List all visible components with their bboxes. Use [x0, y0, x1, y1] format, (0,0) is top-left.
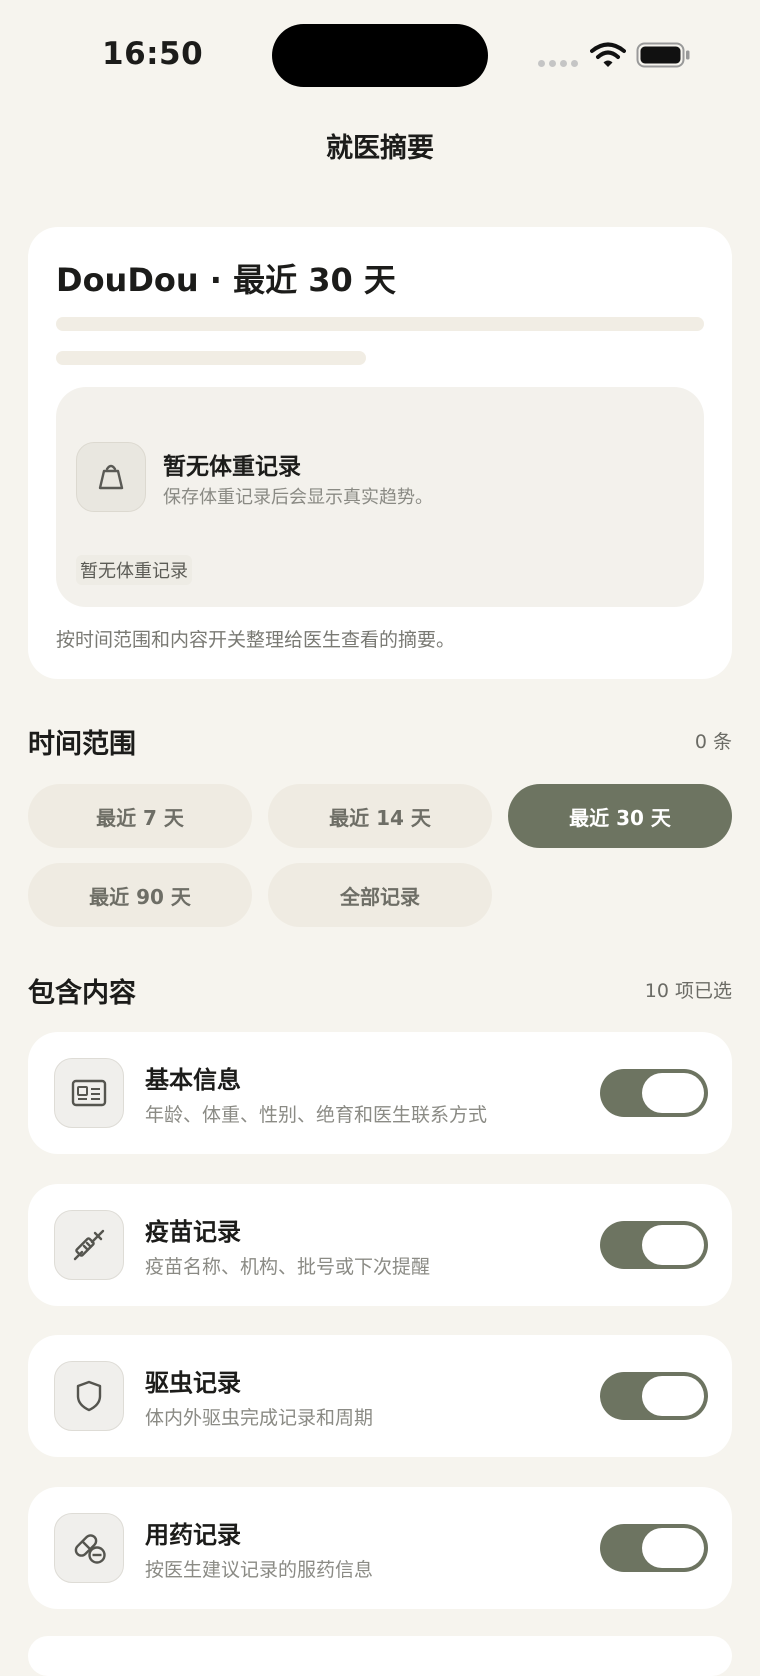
loading-skeleton-line [56, 317, 704, 331]
weight-empty-subtitle: 保存体重记录后会显示真实趋势。 [163, 487, 433, 508]
range-chip-14-days[interactable]: 最近 14 天 [268, 784, 492, 848]
loading-skeleton-line [56, 351, 366, 365]
time-range-title: 时间范围 [28, 729, 136, 760]
id-card-icon [54, 1058, 124, 1128]
range-chip-90-days[interactable]: 最近 90 天 [28, 863, 252, 927]
deworming-toggle[interactable] [600, 1372, 708, 1420]
range-chip-30-days[interactable]: 最近 30 天 [508, 784, 732, 848]
contents-title: 包含内容 [28, 978, 136, 1009]
item-description: 疫苗名称、机构、批号或下次提醒 [145, 1256, 431, 1278]
range-chip-all-records[interactable]: 全部记录 [268, 863, 492, 927]
weight-empty-tag: 暂无体重记录 [76, 555, 192, 585]
status-time: 16:50 [102, 36, 204, 72]
content-item-deworming: 驱虫记录 体内外驱虫完成记录和周期 [28, 1335, 732, 1457]
vaccine-toggle[interactable] [600, 1221, 708, 1269]
next-item-card-peek [28, 1636, 732, 1676]
toggle-knob [642, 1073, 704, 1113]
wifi-icon [590, 42, 626, 67]
dynamic-island [272, 24, 488, 87]
summary-description: 按时间范围和内容开关整理给医生查看的摘要。 [56, 629, 456, 651]
pill-icon [54, 1513, 124, 1583]
basic-info-toggle[interactable] [600, 1069, 708, 1117]
content-item-basic-info: 基本信息 年龄、体重、性别、绝育和医生联系方式 [28, 1032, 732, 1154]
content-item-medication: 用药记录 按医生建议记录的服药信息 [28, 1487, 732, 1609]
scale-icon [76, 442, 146, 512]
item-title: 基本信息 [145, 1066, 241, 1094]
battery-icon [636, 42, 690, 68]
medication-toggle[interactable] [600, 1524, 708, 1572]
item-description: 按医生建议记录的服药信息 [145, 1559, 374, 1581]
item-title: 驱虫记录 [145, 1369, 241, 1397]
item-title: 用药记录 [145, 1521, 241, 1549]
syringe-icon [54, 1210, 124, 1280]
toggle-knob [642, 1225, 704, 1265]
cellular-signal-icon [538, 60, 578, 67]
page-title: 就医摘要 [326, 133, 434, 164]
shield-icon [54, 1361, 124, 1431]
toggle-knob [642, 1376, 704, 1416]
range-chip-7-days[interactable]: 最近 7 天 [28, 784, 252, 848]
summary-title: DouDou · 最近 30 天 [56, 261, 396, 299]
weight-empty-title: 暂无体重记录 [163, 454, 301, 480]
item-description: 年龄、体重、性别、绝育和医生联系方式 [145, 1104, 488, 1126]
content-item-vaccine: 疫苗记录 疫苗名称、机构、批号或下次提醒 [28, 1184, 732, 1306]
item-description: 体内外驱虫完成记录和周期 [145, 1407, 374, 1429]
item-title: 疫苗记录 [145, 1218, 241, 1246]
summary-card: DouDou · 最近 30 天 暂无体重记录 保存体重记录后会显示真实趋势。 … [28, 227, 732, 679]
weight-empty-panel: 暂无体重记录 保存体重记录后会显示真实趋势。 暂无体重记录 [56, 387, 704, 607]
toggle-knob [642, 1528, 704, 1568]
selected-count: 10 项已选 [644, 980, 732, 1002]
record-count: 0 条 [694, 731, 732, 753]
